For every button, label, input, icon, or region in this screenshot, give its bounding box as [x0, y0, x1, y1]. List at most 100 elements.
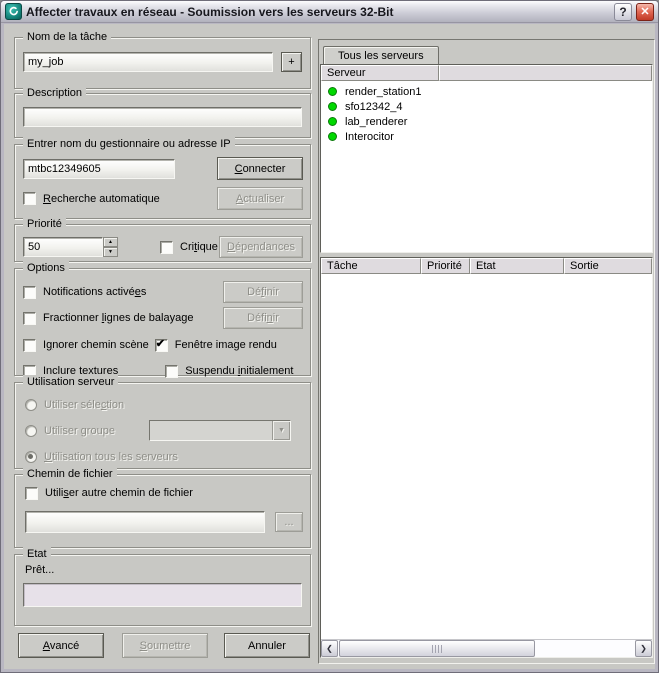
notifications-checkbox[interactable]: ✔ Notifications activées: [23, 285, 146, 299]
use-all-servers-label[interactable]: Utilisation tous les serveurs: [44, 451, 178, 463]
manager-address-input[interactable]: [23, 158, 175, 179]
jobs-column-priorite-label: Priorité: [427, 260, 462, 272]
jobs-column-priorite[interactable]: Priorité: [421, 258, 470, 274]
server-name[interactable]: render_station1: [345, 86, 421, 98]
define-split-label: Définir: [247, 312, 279, 324]
critical-checkbox[interactable]: ✔ Critique: [160, 240, 218, 254]
use-all-servers-radio[interactable]: Utilisation tous les serveurs: [25, 451, 178, 463]
group-options-legend: Options: [23, 261, 69, 276]
priority-input[interactable]: [23, 237, 103, 257]
group-job-name: Nom de la tâche +: [14, 30, 311, 89]
use-selection-label[interactable]: Utiliser sélection: [44, 399, 124, 411]
use-selection-radio[interactable]: Utiliser sélection: [25, 399, 124, 411]
server-header-row: Serveur: [321, 65, 652, 81]
cancel-button-label: Annuler: [248, 639, 286, 652]
critical-checkbox-box[interactable]: ✔: [160, 240, 173, 254]
define-notifications-label: Définir: [247, 286, 279, 298]
server-list-item[interactable]: render_station1: [321, 84, 652, 99]
dependencies-button-label: Dépendances: [227, 241, 295, 253]
initially-suspended-label[interactable]: Suspendu initialement: [185, 365, 293, 377]
server-name[interactable]: sfo12342_4: [345, 101, 403, 113]
group-status: Etat Prêt...: [14, 547, 311, 626]
server-list-item[interactable]: lab_renderer: [321, 114, 652, 129]
scrollbar-track[interactable]: [338, 640, 635, 657]
ellipsis-icon: ...: [284, 516, 294, 528]
use-group-radio[interactable]: Utiliser groupe: [25, 424, 115, 437]
submit-button[interactable]: Soumettre: [122, 633, 208, 658]
notifications-label[interactable]: Notifications activées: [43, 286, 146, 298]
refresh-button[interactable]: Actualiser: [217, 187, 303, 210]
job-name-increment-button[interactable]: +: [281, 52, 302, 72]
help-button[interactable]: ?: [614, 2, 632, 21]
up-arrow-icon: ▲: [108, 238, 113, 245]
split-scanlines-label[interactable]: Fractionner lignes de balayage: [43, 312, 193, 324]
server-name[interactable]: lab_renderer: [345, 116, 407, 128]
critical-label[interactable]: Critique: [180, 241, 218, 253]
dependencies-button[interactable]: Dépendances: [219, 236, 303, 258]
jobs-column-sortie[interactable]: Sortie: [564, 258, 652, 274]
ignore-scene-path-checkbox[interactable]: ✔ Ignorer chemin scène: [23, 338, 149, 352]
use-group-label[interactable]: Utiliser groupe: [44, 425, 115, 437]
scrollbar-thumb[interactable]: [339, 640, 536, 657]
split-scanlines-checkbox-box[interactable]: ✔: [23, 311, 36, 325]
initially-suspended-checkbox-box[interactable]: ✔: [165, 364, 179, 378]
rendered-frame-window-label[interactable]: Fenêtre image rendu: [175, 339, 277, 351]
ignore-scene-path-checkbox-box[interactable]: ✔: [23, 338, 36, 352]
close-icon: ✕: [640, 6, 650, 18]
define-split-button[interactable]: Définir: [223, 307, 303, 329]
dropdown-arrow-icon: ▼: [277, 427, 285, 434]
auto-search-checkbox[interactable]: ✔ Recherche automatique: [23, 192, 160, 205]
group-combo[interactable]: ▼: [148, 420, 291, 441]
group-description-legend: Description: [23, 86, 87, 101]
auto-search-label[interactable]: Recherche automatique: [43, 193, 160, 205]
horizontal-scrollbar[interactable]: ❮ ❯: [321, 639, 652, 657]
title-bar[interactable]: Affecter travaux en réseau - Soumission …: [1, 1, 658, 23]
define-notifications-button[interactable]: Définir: [223, 281, 303, 303]
auto-search-checkbox-box[interactable]: ✔: [23, 192, 36, 205]
connect-button[interactable]: Connecter: [217, 157, 303, 180]
group-file-path-legend: Chemin de fichier: [23, 467, 117, 482]
server-list-item[interactable]: Interocitor: [321, 129, 652, 144]
scroll-right-button[interactable]: ❯: [635, 640, 652, 657]
use-selection-radio-circle[interactable]: [25, 399, 37, 411]
use-group-radio-circle[interactable]: [25, 424, 37, 437]
jobs-column-sortie-label: Sortie: [570, 260, 599, 272]
group-options: Options ✔ Notifications activées Définir…: [14, 261, 311, 378]
servers-jobs-panel: Tous les serveurs Serveur render_station…: [318, 39, 655, 664]
close-button[interactable]: ✕: [636, 2, 654, 21]
description-input[interactable]: [23, 107, 302, 127]
split-scanlines-checkbox[interactable]: ✔ Fractionner lignes de balayage: [23, 311, 193, 325]
use-all-servers-radio-circle[interactable]: [25, 451, 37, 463]
notifications-checkbox-box[interactable]: ✔: [23, 285, 36, 299]
jobs-column-tache[interactable]: Tâche: [321, 258, 421, 274]
server-column-header[interactable]: Serveur: [321, 65, 439, 81]
jobs-column-tache-label: Tâche: [327, 260, 358, 272]
scroll-right-icon: ❯: [640, 644, 647, 653]
advanced-button[interactable]: Avancé: [18, 633, 104, 658]
ignore-scene-path-label[interactable]: Ignorer chemin scène: [43, 339, 149, 351]
initially-suspended-checkbox[interactable]: ✔ Suspendu initialement: [165, 364, 293, 378]
file-path-input[interactable]: [25, 511, 265, 533]
server-name[interactable]: Interocitor: [345, 131, 394, 143]
server-list-item[interactable]: sfo12342_4: [321, 99, 652, 114]
use-alternate-path-label[interactable]: Utiliser autre chemin de fichier: [45, 487, 193, 499]
cancel-button[interactable]: Annuler: [224, 633, 310, 658]
group-combo-button[interactable]: ▼: [271, 421, 290, 440]
use-alternate-path-checkbox[interactable]: ✔ Utiliser autre chemin de fichier: [25, 486, 193, 500]
server-list: render_station1 sfo12342_4 lab_renderer …: [321, 81, 652, 252]
tab-all-servers-label: Tous les serveurs: [338, 49, 424, 62]
spinner-up-button[interactable]: ▲: [103, 237, 118, 247]
server-status-dot: [328, 87, 337, 96]
job-name-input[interactable]: [23, 52, 273, 72]
priority-spinner: ▲ ▼: [23, 237, 118, 257]
jobs-listbox: Tâche Priorité Etat Sortie ❮ ❯: [320, 257, 653, 658]
scroll-left-button[interactable]: ❮: [321, 640, 338, 657]
rendered-frame-window-checkbox-box[interactable]: ✔: [154, 338, 168, 352]
jobs-column-etat[interactable]: Etat: [470, 258, 564, 274]
tab-all-servers[interactable]: Tous les serveurs: [323, 46, 439, 64]
spinner-down-button[interactable]: ▼: [103, 247, 118, 257]
use-alternate-path-checkbox-box[interactable]: ✔: [25, 486, 38, 500]
group-manager-legend: Entrer nom du gestionnaire ou adresse IP: [23, 137, 235, 152]
rendered-frame-window-checkbox[interactable]: ✔ Fenêtre image rendu: [154, 338, 277, 352]
browse-button[interactable]: ...: [275, 512, 303, 532]
